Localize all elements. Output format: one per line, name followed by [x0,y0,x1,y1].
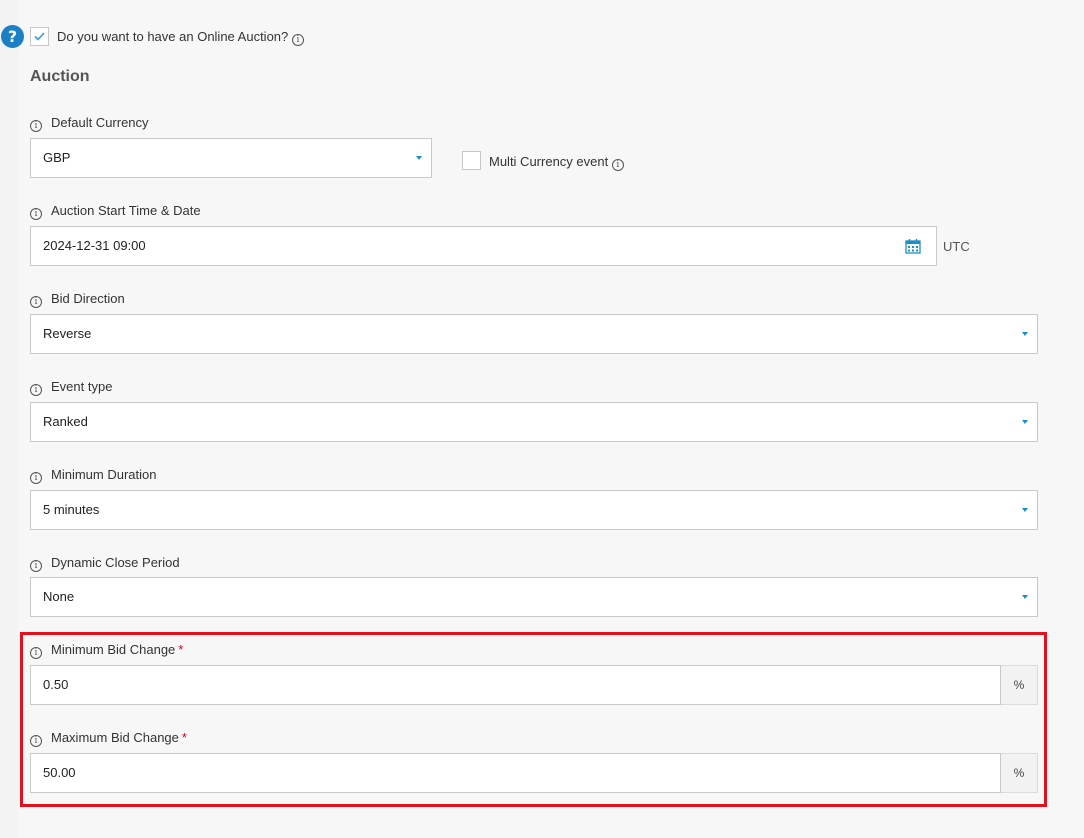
auction-settings-page: ? Do you want to have an Online Auction?… [0,0,1084,838]
check-icon [34,32,45,41]
event-type-label: i Event type [30,379,112,396]
start-time-value: 2024-12-31 09:00 [43,238,146,253]
dynamic-close-select[interactable]: None [30,577,1038,617]
bid-change-highlight-box [20,632,1047,807]
online-auction-question: Do you want to have an Online Auction? [57,29,289,44]
dynamic-close-value: None [43,589,75,604]
minimum-duration-select[interactable]: 5 minutes [30,490,1038,530]
multi-currency-checkbox[interactable] [462,151,481,170]
chevron-down-icon [1022,332,1028,336]
bid-direction-select[interactable]: Reverse [30,314,1038,354]
multi-currency-label: Multi Currency event [489,154,609,169]
info-icon[interactable]: i [291,34,304,46]
chevron-down-icon [1022,420,1028,424]
info-icon[interactable]: i [30,560,42,572]
section-title: Auction [30,68,90,85]
default-currency-value: GBP [43,150,71,165]
bid-direction-value: Reverse [43,326,92,341]
timezone-label: UTC [943,239,970,254]
left-strip [0,0,18,838]
info-icon[interactable]: i [30,472,42,484]
event-type-value: Ranked [43,414,88,429]
calendar-icon[interactable] [905,239,921,254]
multi-currency-label-wrap: Multi Currency event i [489,154,624,171]
info-icon[interactable]: i [30,384,42,396]
minimum-duration-value: 5 minutes [43,502,100,517]
default-currency-label: i Default Currency [30,115,149,132]
default-currency-select[interactable]: GBP [30,138,432,178]
minimum-duration-label: i Minimum Duration [30,467,156,484]
online-auction-question-wrap: Do you want to have an Online Auction? i [57,29,304,46]
chevron-down-icon [1022,595,1028,599]
info-icon[interactable]: i [30,296,42,308]
chevron-down-icon [1022,508,1028,512]
chevron-down-icon [416,156,422,160]
help-icon[interactable]: ? [1,25,24,48]
start-time-label: i Auction Start Time & Date [30,203,201,220]
event-type-select[interactable]: Ranked [30,402,1038,442]
bid-direction-label: i Bid Direction [30,291,125,308]
info-icon[interactable]: i [30,208,42,220]
dynamic-close-label: i Dynamic Close Period [30,555,180,572]
online-auction-checkbox[interactable] [30,27,49,46]
info-icon[interactable]: i [611,159,624,171]
info-icon[interactable]: i [30,120,42,132]
start-time-input[interactable]: 2024-12-31 09:00 [30,226,937,266]
